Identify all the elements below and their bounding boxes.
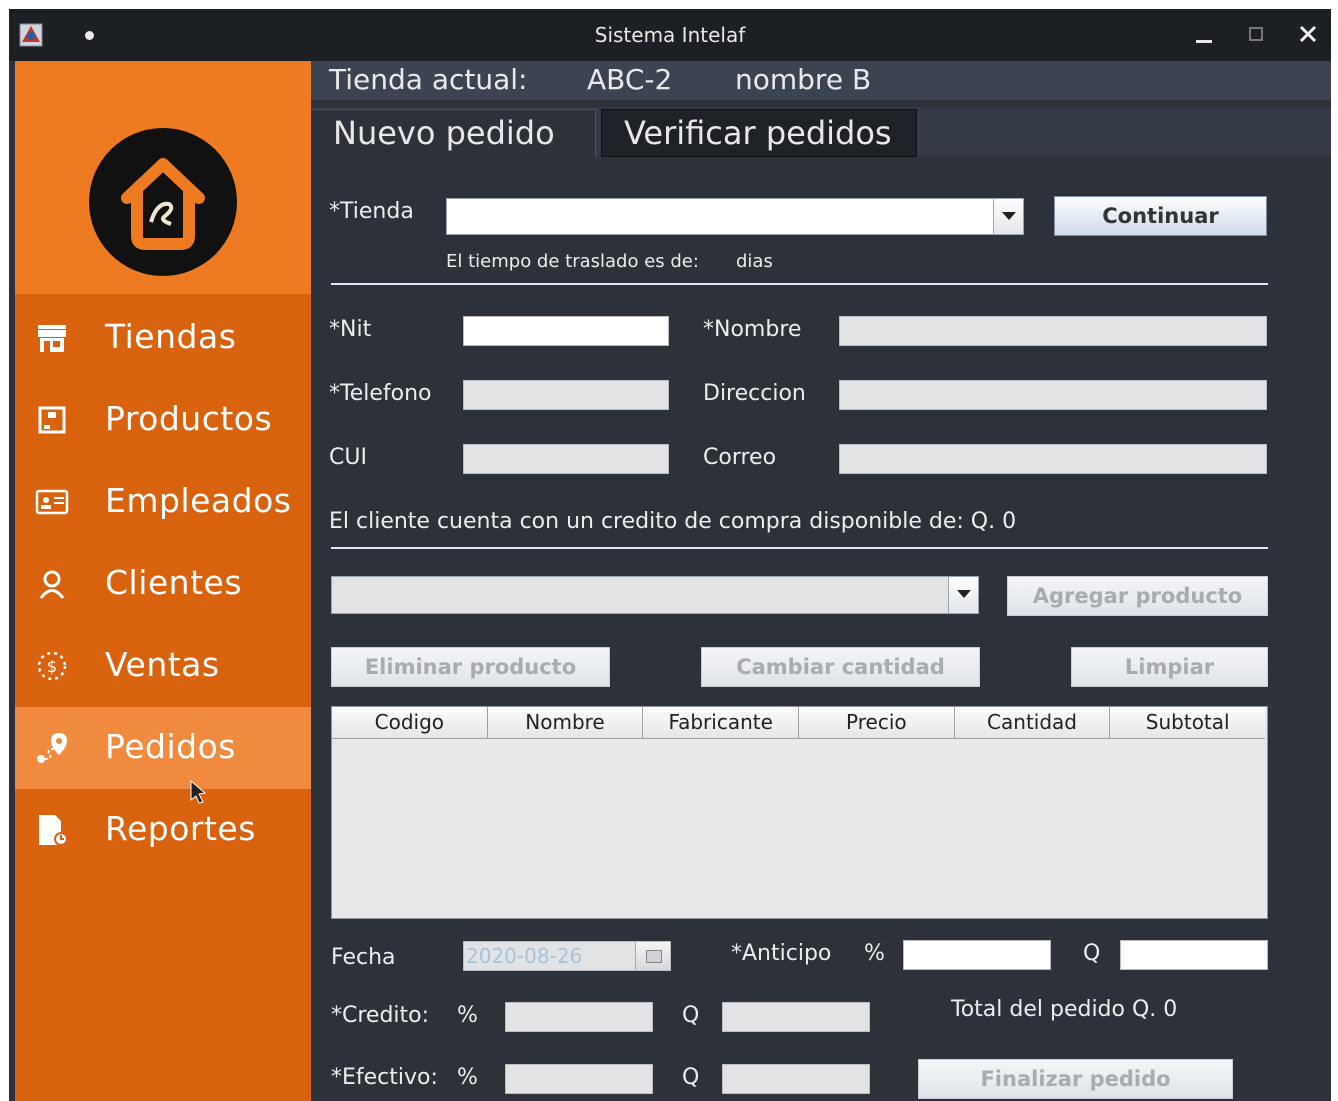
efectivo-q-field[interactable] bbox=[722, 1064, 870, 1094]
correo-label: Correo bbox=[703, 445, 777, 470]
sidebar-item-label: Empleados bbox=[105, 481, 292, 520]
sidebar-item-label: Productos bbox=[105, 399, 273, 438]
direccion-label: Direccion bbox=[703, 381, 806, 406]
traslado-text: El tiempo de traslado es de: bbox=[446, 251, 699, 272]
fecha-label: Fecha bbox=[331, 945, 396, 970]
tab-bar: Nuevo pedido Verificar pedidos bbox=[311, 107, 1331, 157]
sidebar-item-label: Reportes bbox=[105, 809, 256, 848]
nit-label: *Nit bbox=[329, 317, 372, 342]
fecha-value: 2020-08-26 bbox=[466, 944, 583, 968]
product-combobox[interactable] bbox=[331, 576, 979, 614]
chevron-down-icon[interactable] bbox=[993, 199, 1023, 234]
tab-verificar-pedidos[interactable]: Verificar pedidos bbox=[601, 109, 917, 157]
calendar-icon[interactable] bbox=[635, 942, 670, 970]
sidebar-item-ventas[interactable]: $ Ventas bbox=[15, 625, 311, 707]
house-logo-icon bbox=[121, 158, 205, 250]
nit-field[interactable] bbox=[463, 316, 669, 346]
efectivo-percent-symbol: % bbox=[457, 1065, 478, 1090]
minimize-icon bbox=[1196, 40, 1212, 43]
current-store-label: Tienda actual: bbox=[329, 63, 528, 96]
sidebar-item-tiendas[interactable]: Tiendas bbox=[15, 297, 311, 379]
direccion-field[interactable] bbox=[839, 380, 1267, 410]
sidebar-item-reportes[interactable]: Reportes bbox=[15, 789, 311, 871]
separator bbox=[331, 547, 1268, 549]
location-route-icon bbox=[37, 733, 67, 763]
maximize-icon bbox=[1249, 27, 1263, 41]
logo-area bbox=[15, 61, 311, 294]
sidebar-item-pedidos[interactable]: Pedidos bbox=[15, 707, 311, 804]
sidebar-item-productos[interactable]: Productos bbox=[15, 379, 311, 461]
credito-label: *Credito: bbox=[331, 1003, 430, 1028]
column-header-nombre[interactable]: Nombre bbox=[488, 707, 644, 738]
credit-available-text: El cliente cuenta con un credito de comp… bbox=[329, 509, 1017, 534]
nombre-label: *Nombre bbox=[703, 317, 802, 342]
column-header-codigo[interactable]: Codigo bbox=[332, 707, 488, 738]
app-window: Sistema Intelaf Tiendas Productos Emplea… bbox=[9, 9, 1331, 1101]
tienda-combobox[interactable] bbox=[446, 198, 1024, 235]
limpiar-button[interactable]: Limpiar bbox=[1071, 647, 1268, 687]
store-icon bbox=[38, 325, 66, 352]
current-store-code: ABC-2 bbox=[587, 63, 673, 96]
main-panel: Tienda actual: ABC-2 nombre B Nuevo pedi… bbox=[311, 61, 1331, 1101]
credito-percent-symbol: % bbox=[457, 1003, 478, 1028]
anticipo-q-symbol: Q bbox=[1083, 941, 1101, 966]
svg-text:$: $ bbox=[47, 657, 57, 676]
current-store-bar: Tienda actual: ABC-2 nombre B bbox=[311, 61, 1331, 100]
sidebar-item-label: Clientes bbox=[105, 563, 243, 602]
total-pedido-text: Total del pedido Q. 0 bbox=[951, 997, 1178, 1022]
tab-nuevo-pedido[interactable]: Nuevo pedido bbox=[311, 109, 596, 157]
traslado-unit: dias bbox=[736, 251, 773, 272]
agregar-producto-button[interactable]: Agregar producto bbox=[1007, 576, 1268, 616]
id-card-icon bbox=[35, 489, 69, 515]
cui-label: CUI bbox=[329, 445, 367, 470]
efectivo-q-symbol: Q bbox=[682, 1065, 700, 1090]
telefono-field[interactable] bbox=[463, 380, 669, 410]
cambiar-cantidad-button[interactable]: Cambiar cantidad bbox=[701, 647, 980, 687]
window-title: Sistema Intelaf bbox=[594, 23, 746, 47]
correo-field[interactable] bbox=[839, 444, 1267, 474]
telefono-label: *Telefono bbox=[329, 381, 432, 406]
anticipo-percent-symbol: % bbox=[864, 941, 885, 966]
products-table[interactable]: Codigo Nombre Fabricante Precio Cantidad… bbox=[331, 706, 1268, 919]
report-document-icon bbox=[39, 815, 68, 846]
sidebar-item-label: Ventas bbox=[105, 645, 220, 684]
tienda-label: *Tienda bbox=[329, 199, 414, 224]
continuar-button[interactable]: Continuar bbox=[1054, 196, 1267, 236]
finalizar-pedido-button[interactable]: Finalizar pedido bbox=[918, 1059, 1233, 1099]
cui-field[interactable] bbox=[463, 444, 669, 474]
intelaf-logo bbox=[89, 128, 237, 276]
column-header-cantidad[interactable]: Cantidad bbox=[955, 707, 1111, 738]
sidebar: Tiendas Productos Empleados Clientes $ V… bbox=[15, 61, 311, 1101]
sidebar-item-empleados[interactable]: Empleados bbox=[15, 461, 311, 543]
chevron-down-icon[interactable] bbox=[948, 577, 978, 613]
anticipo-percent-field[interactable] bbox=[903, 940, 1051, 970]
anticipo-q-field[interactable] bbox=[1120, 940, 1268, 970]
product-box-icon bbox=[38, 406, 66, 434]
maximize-button[interactable] bbox=[1241, 19, 1271, 49]
title-bar: Sistema Intelaf bbox=[9, 9, 1331, 61]
sidebar-item-label: Pedidos bbox=[105, 727, 236, 766]
column-header-fabricante[interactable]: Fabricante bbox=[643, 707, 800, 738]
close-icon bbox=[1299, 25, 1317, 43]
efectivo-label: *Efectivo: bbox=[331, 1065, 438, 1090]
table-header: Codigo Nombre Fabricante Precio Cantidad… bbox=[332, 707, 1265, 739]
separator bbox=[331, 283, 1268, 285]
column-header-precio[interactable]: Precio bbox=[799, 707, 955, 738]
credito-q-symbol: Q bbox=[682, 1003, 700, 1028]
sidebar-item-label: Tiendas bbox=[105, 317, 237, 356]
sales-money-icon: $ bbox=[37, 651, 67, 681]
efectivo-percent-field[interactable] bbox=[505, 1064, 653, 1094]
nombre-field[interactable] bbox=[839, 316, 1267, 346]
sidebar-item-clientes[interactable]: Clientes bbox=[15, 543, 311, 625]
close-button[interactable] bbox=[1293, 19, 1323, 49]
eliminar-producto-button[interactable]: Eliminar producto bbox=[331, 647, 610, 687]
credito-percent-field[interactable] bbox=[505, 1002, 653, 1032]
anticipo-label: *Anticipo bbox=[731, 941, 832, 966]
credito-q-field[interactable] bbox=[722, 1002, 870, 1032]
current-store-name: nombre B bbox=[735, 63, 872, 96]
minimize-button[interactable] bbox=[1189, 19, 1219, 49]
column-header-subtotal[interactable]: Subtotal bbox=[1110, 707, 1265, 738]
user-icon bbox=[39, 570, 65, 599]
fecha-date-picker[interactable]: 2020-08-26 bbox=[463, 941, 671, 971]
